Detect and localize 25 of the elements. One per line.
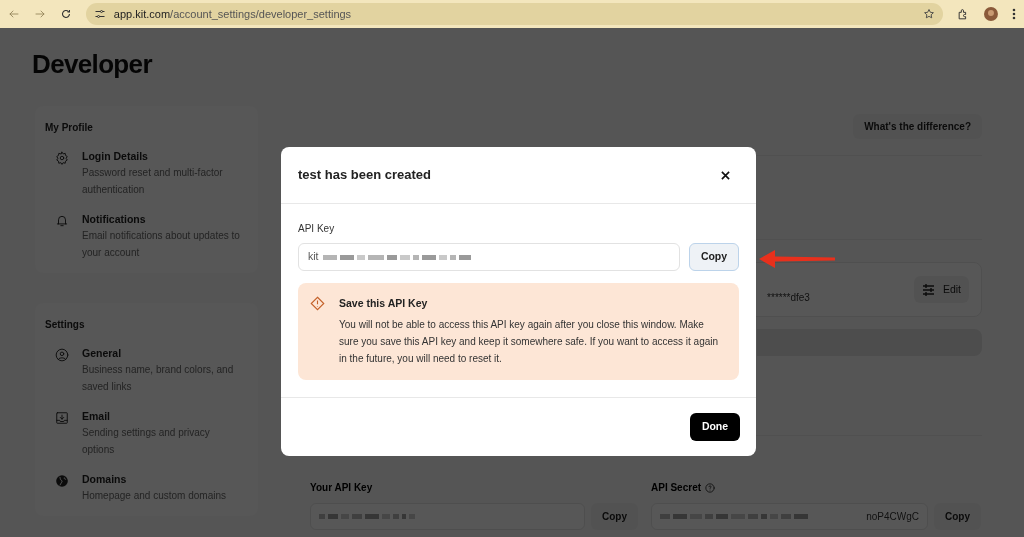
warning-title: Save this API Key bbox=[339, 296, 429, 311]
field-label: API Key bbox=[298, 222, 336, 236]
menu-item-title[interactable]: Login Details bbox=[82, 149, 242, 164]
field-label: API Secret bbox=[651, 481, 702, 495]
warning-message: You will not be able to access this API key again after you close this window. Make sure you save this API key and keep it somewhere safe. If you want to access it again in the future, you will need to reset it. bbox=[339, 317, 720, 366]
menu-item-title[interactable]: Email bbox=[82, 409, 242, 424]
done-button[interactable]: Done bbox=[690, 412, 740, 441]
menu-item-title[interactable]: General bbox=[82, 346, 242, 361]
api-secret-field[interactable]: noP4CWgC bbox=[651, 503, 928, 530]
copy-button[interactable]: Copy bbox=[689, 243, 739, 271]
field-label: Your API Key bbox=[310, 481, 374, 495]
url-host: app.kit.com bbox=[113, 7, 171, 20]
secret-text: noP4CWgC bbox=[866, 510, 919, 524]
address-bar[interactable]: app.kit.com/account_settings/developer_settings bbox=[85, 3, 944, 25]
section-heading: Settings bbox=[45, 318, 86, 332]
section-heading: My Profile bbox=[45, 121, 94, 135]
dialog-title: test has been created bbox=[298, 166, 431, 185]
url-path: /account_settings/developer_settings bbox=[170, 7, 352, 20]
menu-item-title[interactable]: Domains bbox=[82, 472, 242, 487]
key-prefix: kit bbox=[308, 249, 319, 265]
menu-item-title[interactable]: Notifications bbox=[82, 212, 242, 227]
masked-key: ******dfe3 bbox=[767, 290, 810, 305]
api-key-field[interactable]: kit bbox=[298, 243, 680, 271]
page-title: Developer bbox=[32, 47, 154, 81]
edit-button[interactable]: Edit bbox=[913, 276, 969, 303]
